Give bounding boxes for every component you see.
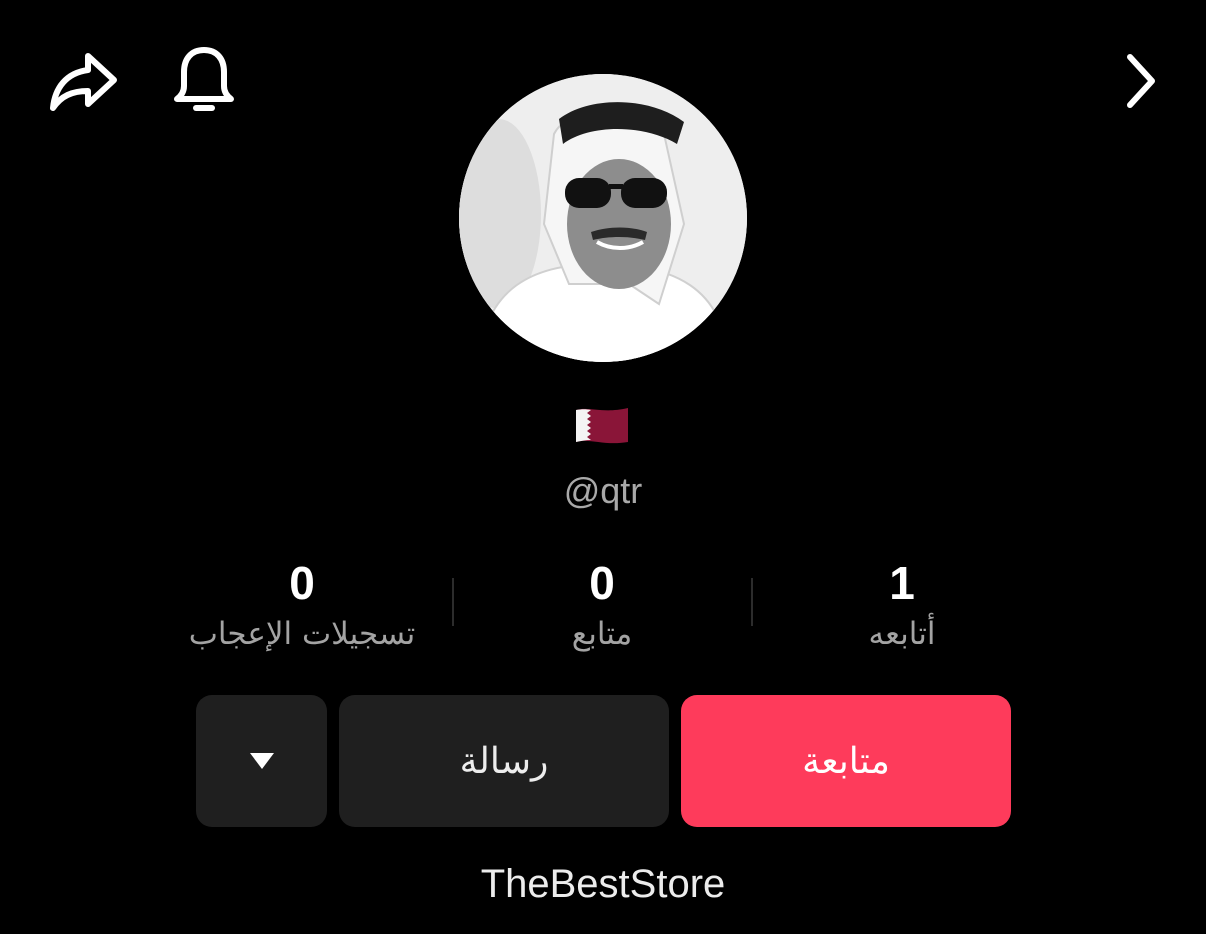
message-button[interactable]: رسالة	[339, 695, 669, 827]
stat-following[interactable]: 1 أتابعه	[752, 556, 1052, 656]
bell-icon	[174, 47, 234, 111]
follow-button[interactable]: متابعة	[681, 695, 1011, 827]
more-options-button[interactable]	[196, 695, 327, 827]
followers-label: متابع	[571, 616, 633, 652]
bio-text: TheBestStore	[480, 862, 726, 906]
next-button[interactable]	[1110, 48, 1170, 114]
triangle-down-icon	[249, 753, 274, 769]
message-button-label: رسالة	[459, 740, 549, 782]
stat-likes[interactable]: 0 تسجيلات الإعجاب	[152, 556, 452, 656]
following-count: 1	[889, 557, 915, 609]
following-label: أتابعه	[868, 616, 936, 652]
qatar-flag-icon	[574, 404, 630, 446]
chevron-right-icon	[1127, 54, 1155, 108]
avatar[interactable]	[459, 74, 747, 362]
stat-followers[interactable]: 0 متابع	[452, 556, 752, 656]
notification-button[interactable]	[168, 42, 240, 120]
username: @qtr	[563, 470, 643, 511]
share-button[interactable]	[44, 46, 122, 118]
follow-button-label: متابعة	[802, 740, 890, 782]
followers-count: 0	[589, 557, 615, 609]
avatar-image	[459, 74, 747, 362]
likes-count: 0	[289, 557, 315, 609]
share-icon	[50, 53, 117, 111]
likes-label: تسجيلات الإعجاب	[188, 616, 416, 652]
